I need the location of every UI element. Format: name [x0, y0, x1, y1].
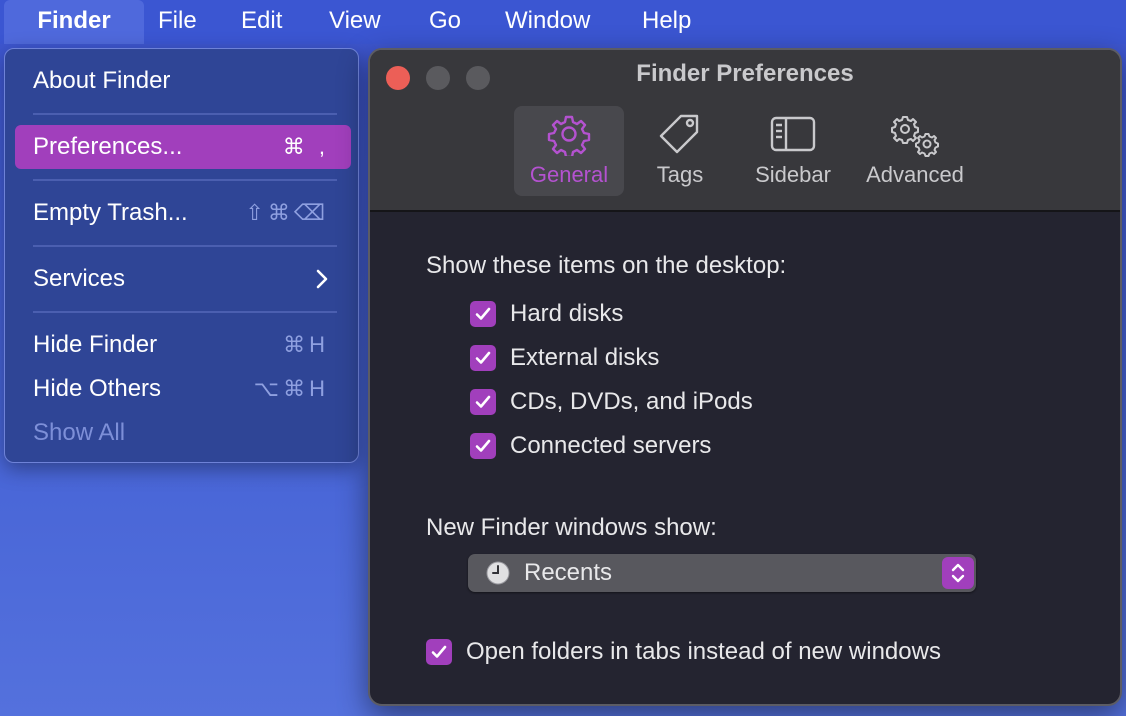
window-title: Finder Preferences [636, 60, 854, 87]
menu-item-label: About Finder [33, 67, 171, 94]
shortcut-label: ⌥⌘H [253, 376, 329, 401]
sidebar-icon [770, 116, 816, 152]
tab-label: Tags [656, 162, 704, 187]
tag-icon [659, 114, 699, 154]
checkbox-label: Open folders in tabs instead of new wind… [466, 638, 941, 665]
checkbox-label: Hard disks [510, 300, 624, 327]
menu-separator [33, 245, 337, 247]
menu-item-label: Show All [33, 419, 126, 446]
checkbox-label: Connected servers [510, 432, 712, 459]
checkbox[interactable] [470, 433, 496, 459]
menu-separator [33, 311, 337, 313]
menubar-window[interactable]: Window [491, 0, 604, 44]
new-window-heading: New Finder windows show: [426, 514, 717, 541]
chevron-right-icon [315, 257, 329, 314]
checkmark-icon [475, 307, 491, 320]
menu-item-about-finder[interactable]: About Finder [15, 59, 351, 103]
menubar-go[interactable]: Go [415, 0, 475, 44]
gear-icon [547, 115, 591, 156]
menu-item-hide-finder[interactable]: Hide Finder ⌘H [15, 323, 351, 367]
menu-item-label: Empty Trash... [33, 199, 188, 226]
menu-item-preferences[interactable]: Preferences... ⌘ , [15, 125, 351, 169]
menu-separator [33, 113, 337, 115]
menu-item-label: Services [33, 265, 126, 292]
menu-item-label: Preferences... [33, 133, 183, 160]
menu-item-label: Hide Finder [33, 331, 158, 358]
menubar-finder[interactable]: Finder [4, 0, 144, 44]
checkbox-label: External disks [510, 344, 660, 371]
menu-item-empty-trash[interactable]: Empty Trash... ⇧⌘⌫ [15, 191, 351, 235]
window-toolbar: Finder Preferences General Tags Sidebar … [370, 50, 1120, 212]
menu-bar: Finder File Edit View Go Window Help [0, 0, 1126, 44]
menubar-help[interactable]: Help [628, 0, 705, 44]
shortcut-label: ⌘H [283, 332, 329, 357]
checkmark-icon [475, 439, 491, 452]
clock-icon [486, 561, 510, 585]
shortcut-label: ⌘ , [282, 134, 329, 159]
shortcut-label: ⇧⌘⌫ [245, 200, 329, 225]
tab-label: Sidebar [755, 162, 831, 187]
menu-item-hide-others[interactable]: Hide Others ⌥⌘H [15, 367, 351, 411]
checkbox[interactable] [470, 301, 496, 327]
menu-item-label: Hide Others [33, 375, 162, 402]
finder-preferences-window: Finder Preferences General Tags Sidebar … [368, 48, 1122, 706]
menubar-edit[interactable]: Edit [227, 0, 296, 44]
checkbox[interactable] [426, 639, 452, 665]
tab-general[interactable]: General [514, 106, 624, 196]
popup-selected-value: Recents [524, 559, 613, 586]
menu-item-show-all: Show All [15, 411, 351, 455]
up-down-arrows-icon [942, 557, 974, 589]
menu-item-services[interactable]: Services [15, 257, 351, 301]
new-window-popup[interactable]: Recents [468, 554, 976, 592]
menubar-view[interactable]: View [315, 0, 395, 44]
checkbox[interactable] [470, 345, 496, 371]
checkmark-icon [475, 395, 491, 408]
tab-label: General [529, 162, 609, 187]
checkmark-icon [431, 645, 447, 658]
gears-icon [891, 116, 939, 157]
checkbox[interactable] [470, 389, 496, 415]
finder-menu: About Finder Preferences... ⌘ , Empty Tr… [4, 48, 359, 463]
tab-advanced[interactable]: Advanced [854, 106, 976, 196]
menubar-file[interactable]: File [144, 0, 211, 44]
tab-label: Advanced [866, 162, 964, 187]
menu-separator [33, 179, 337, 181]
desktop-items-heading: Show these items on the desktop: [426, 252, 787, 279]
tab-sidebar[interactable]: Sidebar [740, 106, 846, 196]
checkbox-label: CDs, DVDs, and iPods [510, 388, 753, 415]
checkmark-icon [475, 351, 491, 364]
tab-tags[interactable]: Tags [634, 106, 726, 196]
